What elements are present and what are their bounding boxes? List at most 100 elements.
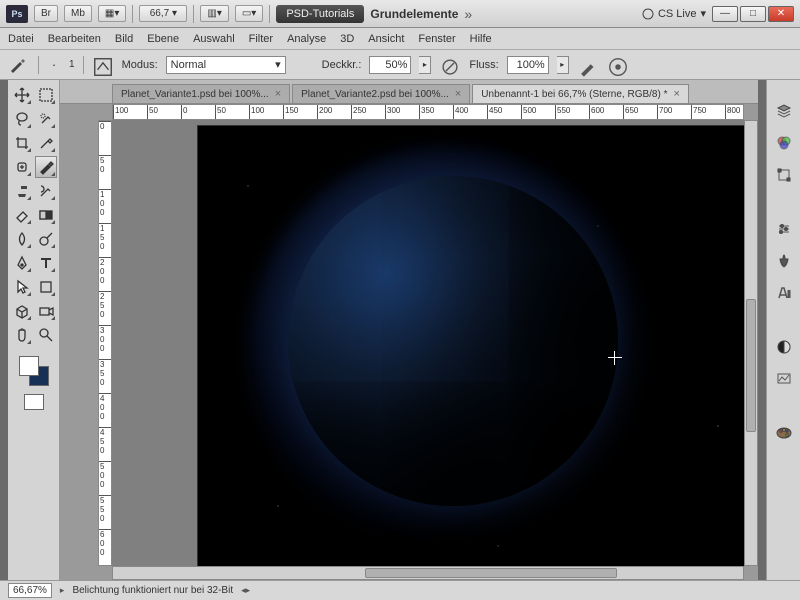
opacity-input[interactable]: 50% xyxy=(369,56,411,74)
workspace-badge[interactable]: PSD-Tutorials xyxy=(276,5,364,23)
color-swatches[interactable] xyxy=(17,354,51,388)
menu-fenster[interactable]: Fenster xyxy=(418,33,455,45)
tablet-size-icon[interactable] xyxy=(607,56,629,74)
screen-mode-button[interactable]: ▭▾ xyxy=(235,5,263,22)
panel-dock xyxy=(766,80,800,580)
document-area: Planet_Variante1.psd bei 100%...× Planet… xyxy=(60,80,758,580)
marquee-tool[interactable] xyxy=(35,84,57,106)
toolbox xyxy=(8,80,60,580)
mode-select[interactable]: Normal▾ xyxy=(166,56,286,74)
scrollbar-thumb[interactable] xyxy=(365,568,617,578)
menu-3d[interactable]: 3D xyxy=(340,33,354,45)
window-maximize-button[interactable]: □ xyxy=(740,6,766,22)
flow-input[interactable]: 100% xyxy=(507,56,549,74)
collapse-strip-left[interactable] xyxy=(0,80,8,580)
pen-tool[interactable] xyxy=(11,252,33,274)
crosshair-cursor-icon xyxy=(608,351,622,365)
window-close-button[interactable]: ✕ xyxy=(768,6,794,22)
options-bar: · 1 Modus: Normal▾ Deckkr.: 50% ▸ Fluss:… xyxy=(0,50,800,80)
close-icon[interactable]: × xyxy=(275,88,281,100)
menu-analyse[interactable]: Analyse xyxy=(287,33,326,45)
move-tool[interactable] xyxy=(11,84,33,106)
menu-auswahl[interactable]: Auswahl xyxy=(193,33,235,45)
document-tab[interactable]: Planet_Variante2.psd bei 100%...× xyxy=(292,84,470,103)
workspace-subset[interactable]: Grundelemente xyxy=(370,7,458,21)
zoom-dropdown[interactable]: 66,7 ▾ xyxy=(139,5,187,22)
adjustments-panel-icon[interactable] xyxy=(773,218,795,240)
view-extras-button-2[interactable]: ▥▾ xyxy=(200,5,228,22)
canvas-viewport[interactable] xyxy=(112,120,744,566)
menu-ebene[interactable]: Ebene xyxy=(147,33,179,45)
status-arrow-icon[interactable]: ◂▸ xyxy=(241,585,250,596)
eraser-tool[interactable] xyxy=(11,204,33,226)
clone-stamp-tool[interactable] xyxy=(11,180,33,202)
lasso-tool[interactable] xyxy=(11,108,33,130)
3d-camera-tool[interactable] xyxy=(35,300,57,322)
status-message: Belichtung funktioniert nur bei 32-Bit xyxy=(72,585,233,596)
menu-bearbeiten[interactable]: Bearbeiten xyxy=(48,33,101,45)
horizontal-scrollbar[interactable] xyxy=(112,566,744,580)
menu-bild[interactable]: Bild xyxy=(115,33,133,45)
eyedropper-tool[interactable] xyxy=(35,132,57,154)
zoom-field[interactable]: 66,67% xyxy=(8,583,52,598)
hand-tool[interactable] xyxy=(11,324,33,346)
navigator-panel-icon[interactable] xyxy=(773,368,795,390)
menu-bar: Datei Bearbeiten Bild Ebene Auswahl Filt… xyxy=(0,28,800,50)
canvas[interactable] xyxy=(198,126,744,566)
paths-panel-icon[interactable] xyxy=(773,164,795,186)
history-brush-tool[interactable] xyxy=(35,180,57,202)
status-arrow-icon[interactable]: ▸ xyxy=(60,585,65,596)
foreground-color[interactable] xyxy=(19,356,39,376)
menu-datei[interactable]: Datei xyxy=(8,33,34,45)
path-select-tool[interactable] xyxy=(11,276,33,298)
crop-tool[interactable] xyxy=(11,132,33,154)
window-minimize-button[interactable]: — xyxy=(712,6,738,22)
tablet-opacity-icon[interactable] xyxy=(439,56,461,74)
cs-live-button[interactable]: CS Live ▾ xyxy=(642,7,706,20)
cslive-icon xyxy=(642,8,654,20)
view-extras-button[interactable]: ▦▾ xyxy=(98,5,126,22)
collapse-strip-right[interactable] xyxy=(758,80,766,580)
airbrush-icon[interactable] xyxy=(577,56,599,74)
close-icon[interactable]: × xyxy=(455,88,461,100)
planet xyxy=(288,176,618,506)
bridge-button[interactable]: Br xyxy=(34,5,58,22)
close-icon[interactable]: × xyxy=(674,88,680,100)
menu-filter[interactable]: Filter xyxy=(249,33,273,45)
minibridge-button[interactable]: Mb xyxy=(64,5,92,22)
quick-mask-toggle[interactable] xyxy=(24,394,44,410)
scrollbar-thumb[interactable] xyxy=(746,299,756,432)
channels-panel-icon[interactable] xyxy=(773,132,795,154)
mode-label: Modus: xyxy=(122,59,158,71)
opacity-label: Deckkr.: xyxy=(322,59,362,71)
workspace-more-icon[interactable]: » xyxy=(464,6,472,22)
swatches-panel-icon[interactable] xyxy=(773,422,795,444)
shape-tool[interactable] xyxy=(35,276,57,298)
quick-select-tool[interactable] xyxy=(35,108,57,130)
zoom-tool[interactable] xyxy=(35,324,57,346)
brush-tool[interactable] xyxy=(35,156,57,178)
brush-preview[interactable]: · xyxy=(47,57,61,72)
character-panel-icon[interactable] xyxy=(773,282,795,304)
document-tab[interactable]: Planet_Variante1.psd bei 100%...× xyxy=(112,84,290,103)
healing-brush-tool[interactable] xyxy=(11,156,33,178)
vertical-ruler[interactable]: 050100150200250300350400450500550600 xyxy=(98,120,112,566)
3d-tool[interactable] xyxy=(11,300,33,322)
type-tool[interactable] xyxy=(35,252,57,274)
vertical-scrollbar[interactable] xyxy=(744,120,758,566)
document-tab-bar: Planet_Variante1.psd bei 100%...× Planet… xyxy=(60,80,758,104)
menu-hilfe[interactable]: Hilfe xyxy=(470,33,492,45)
opacity-stepper[interactable]: ▸ xyxy=(419,56,431,74)
document-tab[interactable]: Unbenannt-1 bei 66,7% (Sterne, RGB/8) *× xyxy=(472,84,689,103)
menu-ansicht[interactable]: Ansicht xyxy=(368,33,404,45)
current-tool-icon[interactable] xyxy=(8,56,30,74)
horizontal-ruler[interactable]: 1005005010015020025030035040045050055060… xyxy=(112,104,744,120)
bw-panel-icon[interactable] xyxy=(773,336,795,358)
gradient-tool[interactable] xyxy=(35,204,57,226)
dodge-tool[interactable] xyxy=(35,228,57,250)
layers-panel-icon[interactable] xyxy=(773,100,795,122)
styles-panel-icon[interactable] xyxy=(773,250,795,272)
brush-panel-icon[interactable] xyxy=(92,56,114,74)
flow-stepper[interactable]: ▸ xyxy=(557,56,569,74)
blur-tool[interactable] xyxy=(11,228,33,250)
